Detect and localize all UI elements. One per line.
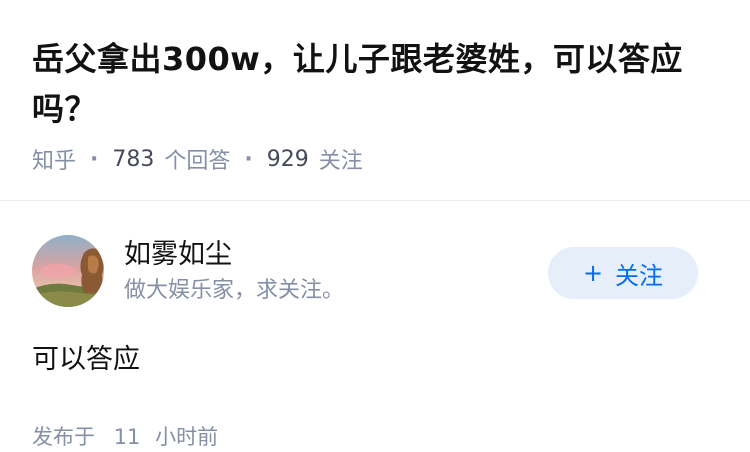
follower-count: 929 (266, 146, 309, 172)
publish-time-value: 11 (113, 425, 141, 449)
publish-time: 发布于 11 小时前 (32, 422, 218, 452)
question-meta: 知乎 · 783 个回答 · 929 关注 (32, 143, 363, 175)
answer-count-label[interactable]: 个回答 (164, 143, 230, 175)
separator-dot: · (90, 146, 99, 172)
answer-content[interactable]: 可以答应 (32, 340, 140, 380)
plus-icon: + (582, 259, 604, 287)
divider (0, 200, 750, 201)
avatar[interactable] (32, 235, 104, 307)
follower-count-label: 关注 (318, 149, 363, 174)
follow-button-label: 关注 (615, 261, 664, 290)
separator-dot: · (244, 146, 253, 172)
author-bio: 做大娱乐家，求关注。 (124, 278, 345, 303)
publish-time-unit: 小时前 (155, 425, 219, 449)
publish-label: 发布于 (32, 425, 95, 449)
author-name[interactable]: 如雾如尘 (124, 237, 232, 273)
source-label[interactable]: 知乎 (32, 143, 76, 175)
follow-button[interactable]: + 关注 (548, 247, 698, 299)
question-title[interactable]: 岳父拿出300w，让儿子跟老婆姓，可以答应吗？ (32, 34, 722, 134)
answer-count[interactable]: 783 (112, 147, 154, 172)
avatar-landscape-image (32, 235, 104, 307)
